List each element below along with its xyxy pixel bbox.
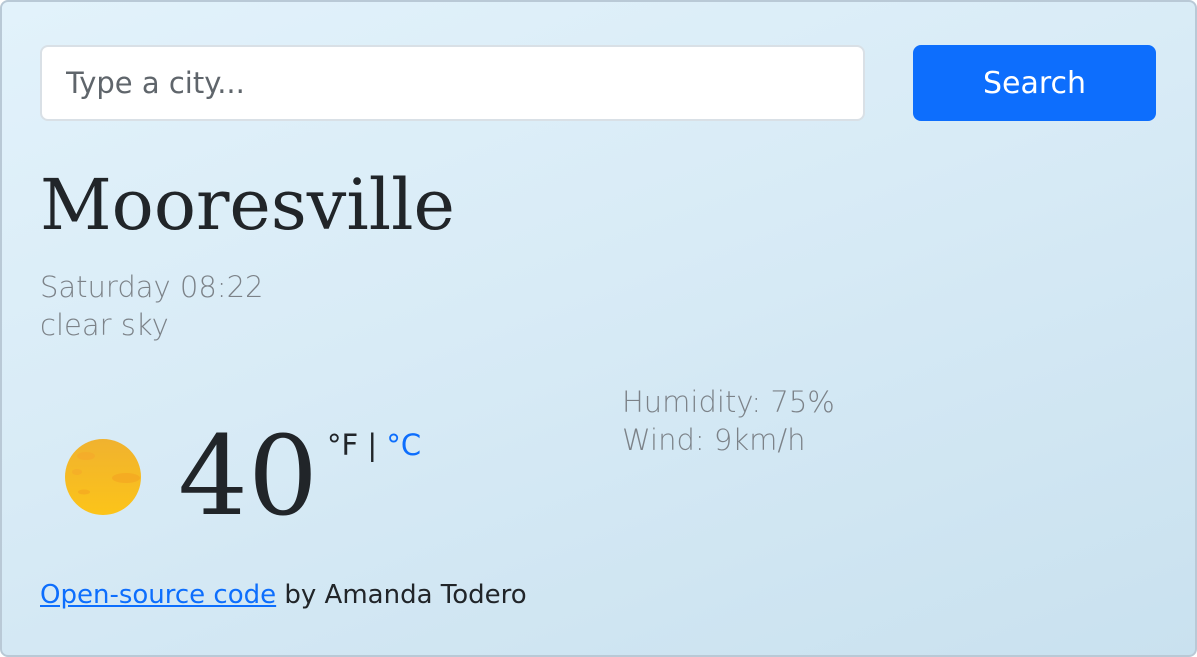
- footer: Open-source code by Amanda Todero: [40, 577, 527, 613]
- search-form: Search: [2, 2, 1195, 132]
- temperature-units: °F | °C: [327, 426, 421, 464]
- fahrenheit-unit: °F: [327, 428, 359, 462]
- open-source-code-link[interactable]: Open-source code: [40, 580, 276, 610]
- weather-details: Humidity: 75% Wind: 9km/h: [622, 383, 835, 459]
- celsius-unit-link[interactable]: °C: [386, 428, 421, 462]
- city-name: Mooresville: [40, 164, 455, 246]
- footer-author: by Amanda Todero: [276, 580, 527, 610]
- weather-description: clear sky: [40, 308, 169, 342]
- humidity: Humidity: 75%: [622, 385, 835, 419]
- city-meta: Saturday 08:22 clear sky: [40, 268, 263, 344]
- weather-card: Search Mooresville Saturday 08:22 clear …: [0, 0, 1197, 657]
- temperature-value: 40: [178, 412, 318, 540]
- sun-icon: [65, 439, 141, 515]
- search-button[interactable]: Search: [913, 45, 1156, 121]
- date-time: Saturday 08:22: [40, 270, 264, 304]
- wind: Wind: 9km/h: [622, 423, 806, 457]
- city-search-input[interactable]: [40, 45, 865, 121]
- unit-separator: |: [367, 428, 378, 462]
